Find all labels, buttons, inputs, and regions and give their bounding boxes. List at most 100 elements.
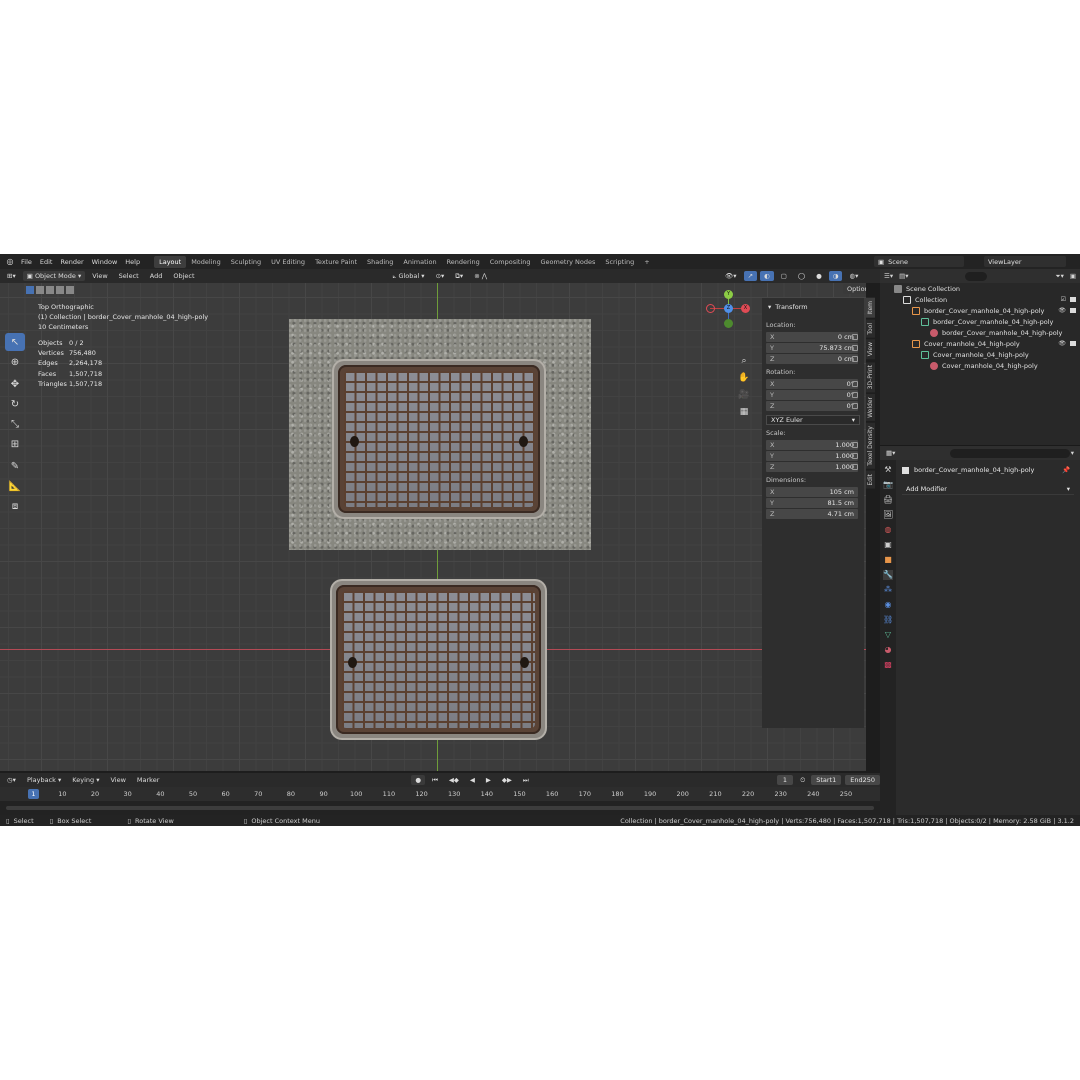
shading-rendered-icon[interactable]: ◍▾: [845, 271, 862, 281]
camera-view-icon[interactable]: 🎥: [738, 389, 750, 401]
xray-icon[interactable]: ▢: [777, 271, 791, 281]
object-menu[interactable]: Object: [169, 271, 198, 281]
dimensions-x-field[interactable]: X 105 cm: [766, 487, 858, 497]
dimensions-z-field[interactable]: Z 4.71 cm: [766, 509, 858, 519]
outliner-row[interactable]: border_Cover_manhole_04_high-poly: [880, 316, 1080, 327]
data-tab-icon[interactable]: ▽: [883, 630, 893, 640]
pin-icon[interactable]: 📌: [1062, 466, 1070, 474]
physics-tab-icon[interactable]: ◉: [883, 600, 893, 610]
timeline-ruler[interactable]: 1 10 20 30 40 50 60 70 80 90 100 110 120 130 140 150 16…: [0, 787, 880, 801]
orientation-dropdown[interactable]: ⟀ Global ▾: [389, 271, 429, 281]
next-keyframe-icon[interactable]: ◆▶: [498, 775, 516, 785]
constraints-tab-icon[interactable]: ⛓: [883, 615, 893, 625]
lock-icon[interactable]: [852, 442, 858, 448]
sidebar-tab-welder[interactable]: Welder: [866, 393, 875, 421]
render-tab-icon[interactable]: 📷: [883, 480, 893, 490]
select-tool-icon[interactable]: ↖: [5, 333, 25, 351]
outliner-row[interactable]: Cover_manhole_04_high-poly: [880, 360, 1080, 371]
material-tab-icon[interactable]: ◕: [883, 645, 893, 655]
render-camera-icon[interactable]: [1070, 297, 1076, 302]
sidebar-tab-3d-print[interactable]: 3D-Print: [866, 361, 875, 392]
outliner-search[interactable]: [964, 271, 988, 281]
border-manhole-cover[interactable]: [334, 361, 544, 517]
jump-start-icon[interactable]: ⏮: [428, 775, 442, 785]
navigation-gizmo[interactable]: Y X Z: [700, 283, 760, 353]
tab-sculpting[interactable]: Sculpting: [226, 256, 266, 268]
sidebar-tab-view[interactable]: View: [866, 339, 875, 360]
lock-icon[interactable]: [852, 403, 858, 409]
select-new-icon[interactable]: [26, 286, 34, 294]
view-menu[interactable]: View: [88, 271, 111, 281]
shading-wireframe-icon[interactable]: ◯: [794, 271, 809, 281]
tab-compositing[interactable]: Compositing: [485, 256, 536, 268]
chevron-down-icon[interactable]: ▾: [1071, 449, 1074, 457]
timeline-scrollbar[interactable]: [6, 806, 874, 810]
end-frame-field[interactable]: End 250: [845, 775, 880, 785]
tab-texture-paint[interactable]: Texture Paint: [310, 256, 362, 268]
properties-search[interactable]: [950, 448, 1070, 458]
scale-x-field[interactable]: X 1.000: [766, 440, 858, 450]
sidebar-tab-texel-density[interactable]: Texel Density: [866, 422, 875, 469]
object-tab-icon[interactable]: ■: [883, 555, 893, 565]
tab-modeling[interactable]: Modeling: [186, 256, 226, 268]
view-layer-tab-icon[interactable]: 🖼: [883, 510, 893, 520]
gizmo-neg-y[interactable]: [724, 319, 733, 328]
ortho-grid-icon[interactable]: ▦: [738, 406, 750, 418]
tab-add[interactable]: +: [639, 256, 654, 268]
rotation-y-field[interactable]: Y 0°: [766, 390, 858, 400]
measure-tool-icon[interactable]: 📐: [5, 477, 25, 495]
lock-icon[interactable]: [852, 453, 858, 459]
scene-tab-icon[interactable]: ◍: [883, 525, 893, 535]
lock-icon[interactable]: [852, 356, 858, 362]
3d-viewport[interactable]: Options ▾ Top Orthographic (1) Collectio…: [0, 283, 866, 771]
outliner-row[interactable]: border_Cover_manhole_04_high-poly: [880, 327, 1080, 338]
lock-icon[interactable]: [852, 464, 858, 470]
select-intersect-icon[interactable]: [66, 286, 74, 294]
output-tab-icon[interactable]: 🖨: [883, 495, 893, 505]
pan-hand-icon[interactable]: ✋: [738, 372, 750, 384]
mode-dropdown[interactable]: ▣ Object Mode ▾: [22, 271, 86, 281]
outliner-row[interactable]: border_Cover_manhole_04_high-poly 👁: [880, 305, 1080, 316]
gizmo-y-axis[interactable]: Y: [724, 290, 733, 299]
record-button-icon[interactable]: ●: [411, 775, 426, 785]
eye-icon[interactable]: ☑: [1061, 296, 1066, 303]
manhole-cover-object[interactable]: [332, 581, 545, 738]
overlay-toggle-icon[interactable]: ◐: [760, 271, 774, 281]
jump-end-icon[interactable]: ⏭: [519, 775, 533, 785]
timeline-editor-icon[interactable]: ◷▾: [3, 775, 20, 785]
timeline-track[interactable]: [0, 801, 880, 815]
tab-geometry-nodes[interactable]: Geometry Nodes: [536, 256, 601, 268]
texture-tab-icon[interactable]: ▩: [883, 660, 893, 670]
scale-z-field[interactable]: Z 1.000: [766, 462, 858, 472]
cursor-tool-icon[interactable]: ⊕: [5, 353, 25, 371]
add-cube-tool-icon[interactable]: ⧈: [5, 497, 25, 515]
sidebar-tab-tool[interactable]: Tool: [866, 319, 875, 338]
menu-window[interactable]: Window: [88, 258, 122, 266]
view-layer-selector[interactable]: ViewLayer: [984, 256, 1066, 267]
tab-scripting[interactable]: Scripting: [600, 256, 639, 268]
select-invert-icon[interactable]: [56, 286, 64, 294]
lock-icon[interactable]: [852, 381, 858, 387]
location-x-field[interactable]: X0 cm: [766, 332, 858, 342]
current-frame-field[interactable]: 1: [776, 775, 794, 785]
sidebar-tab-item[interactable]: Item: [866, 298, 875, 318]
blender-logo-icon[interactable]: ◎: [3, 257, 17, 266]
keying-menu[interactable]: Keying ▾: [68, 775, 103, 785]
outliner-row[interactable]: Collection ☑: [880, 294, 1080, 305]
new-collection-icon[interactable]: ▣: [1070, 272, 1076, 280]
snap-icon[interactable]: ⧉▾: [451, 271, 467, 281]
modifier-tab-icon[interactable]: 🔧: [883, 570, 893, 580]
tab-animation[interactable]: Animation: [398, 256, 441, 268]
location-z-field[interactable]: Z0 cm: [766, 354, 858, 364]
outliner-row[interactable]: Cover_manhole_04_high-poly 👁: [880, 338, 1080, 349]
tab-shading[interactable]: Shading: [362, 256, 398, 268]
lock-icon[interactable]: [852, 334, 858, 340]
visibility-icon[interactable]: 👁▾: [721, 271, 741, 281]
lock-icon[interactable]: [852, 345, 858, 351]
sidebar-tab-edit[interactable]: Edit: [866, 470, 875, 489]
render-camera-icon[interactable]: [1070, 341, 1076, 346]
properties-editor-icon[interactable]: ▦▾: [886, 449, 895, 457]
proportional-edit-icon[interactable]: ⊚ ⋀: [470, 271, 491, 281]
gizmo-x-axis[interactable]: X: [741, 304, 750, 313]
scene-selector[interactable]: ▣ Scene: [874, 256, 964, 267]
